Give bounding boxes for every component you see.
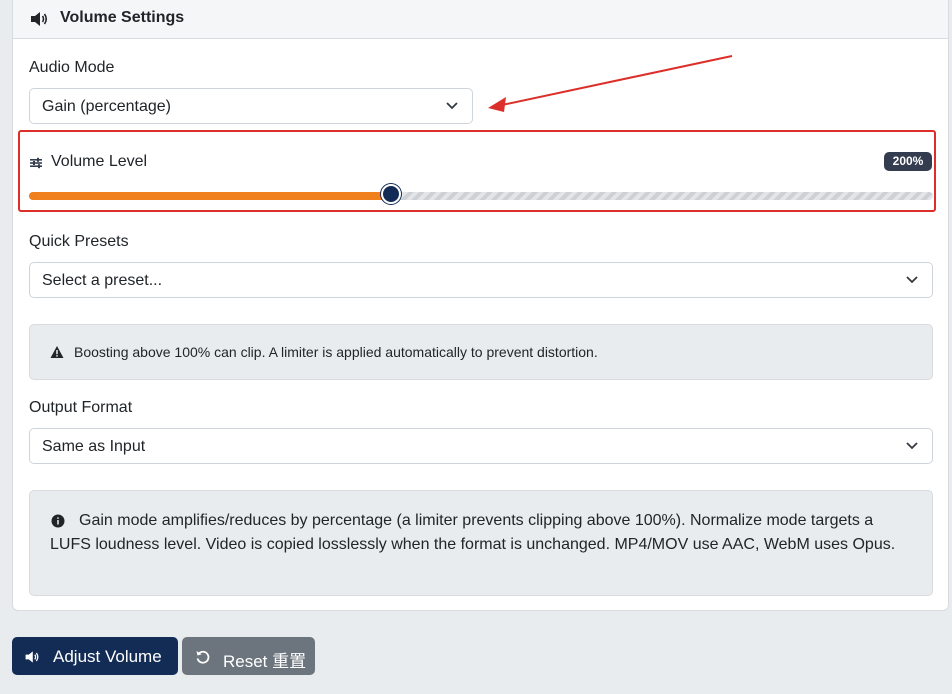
quick-presets-value: Select a preset... [42,272,163,289]
speaker-icon [31,12,48,26]
volume-value-badge: 200% [884,152,932,171]
volume-slider[interactable] [29,184,933,204]
audio-mode-value: Gain (percentage) [42,98,171,115]
output-format-select[interactable]: Same as Input [29,428,933,464]
output-format-label: Output Format [29,399,133,416]
reset-arrow-icon [196,650,210,664]
info-text: Gain mode amplifies/reduces by percentag… [50,512,896,553]
adjust-volume-label: Adjust Volume [53,647,162,666]
speaker-icon [25,651,39,663]
volume-settings-card: Volume Settings Audio Mode Gain (percent… [12,0,949,611]
adjust-volume-button[interactable]: Adjust Volume [12,637,178,675]
audio-mode-select[interactable]: Gain (percentage) [29,88,473,124]
info-alert: Gain mode amplifies/reduces by percentag… [29,490,933,596]
warning-triangle-icon [50,346,64,358]
warning-alert: Boosting above 100% can clip. A limiter … [29,324,933,380]
output-format-value: Same as Input [42,438,146,455]
warning-text: Boosting above 100% can clip. A limiter … [74,344,598,360]
chevron-down-icon [906,276,918,284]
volume-slider-fill [29,192,393,200]
quick-presets-label: Quick Presets [29,233,129,250]
reset-button[interactable]: Reset 重置 [182,637,315,675]
audio-mode-label: Audio Mode [29,59,115,76]
volume-level-label: Volume Level [51,153,148,170]
quick-presets-select[interactable]: Select a preset... [29,262,933,298]
card-title: Volume Settings [60,9,185,26]
reset-label: Reset 重置 [223,652,307,671]
chevron-down-icon [906,442,918,450]
chevron-down-icon [446,102,458,110]
card-header: Volume Settings [13,0,948,39]
sliders-icon [30,157,42,169]
